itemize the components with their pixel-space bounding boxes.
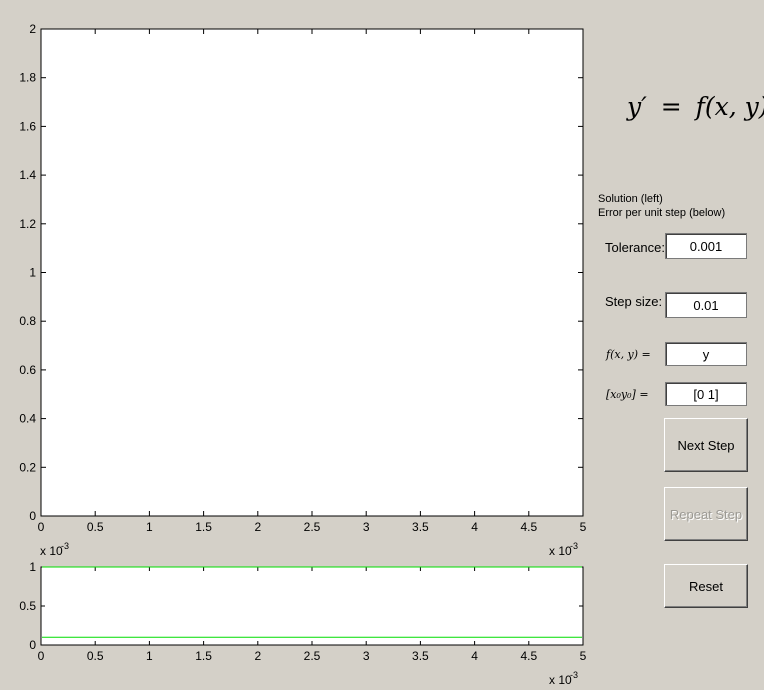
x-tick-label: 5 bbox=[580, 520, 587, 534]
step-size-input[interactable] bbox=[665, 292, 747, 318]
function-input[interactable] bbox=[665, 342, 747, 366]
initial-condition-label: [x₀y₀] = bbox=[606, 388, 649, 401]
step-size-label: Step size: bbox=[605, 294, 663, 309]
x-exponent-label: x 10 bbox=[549, 544, 572, 558]
y-tick-label: 0 bbox=[29, 638, 36, 652]
error-plot: 0 0.5 1 1.5 2 2.5 3 3.5 4 4.5 5 0 0.5 1 x 10-3 bbox=[19, 560, 586, 687]
x-tick-label: 2 bbox=[254, 520, 261, 534]
function-label: f(x, y) = bbox=[606, 348, 651, 361]
info-solution-left: Solution (left) bbox=[598, 193, 663, 205]
x-tick-label: 0.5 bbox=[87, 520, 104, 534]
x-tick-label: 4 bbox=[471, 520, 478, 534]
x-tick-label: 3.5 bbox=[412, 649, 429, 663]
x-tick-label: 3.5 bbox=[412, 520, 429, 534]
x-tick-label: 3 bbox=[363, 520, 370, 534]
y-tick-label: 0 bbox=[29, 509, 36, 523]
x-tick-label: 2 bbox=[254, 649, 261, 663]
repeat-step-button[interactable]: Repeat Step bbox=[664, 487, 748, 541]
y-tick-label: 0.6 bbox=[19, 363, 36, 377]
x-exponent-label: x 10 bbox=[549, 673, 572, 687]
initial-condition-input[interactable] bbox=[665, 382, 747, 406]
x-exponent-power: -3 bbox=[570, 541, 578, 551]
tolerance-label: Tolerance: bbox=[605, 240, 665, 255]
y-tick-label: 1 bbox=[29, 266, 36, 280]
y-exponent-power: -3 bbox=[61, 541, 69, 551]
y-tick-label: 1.6 bbox=[19, 119, 36, 133]
x-tick-label: 4 bbox=[471, 649, 478, 663]
x-exponent-power: -3 bbox=[570, 670, 578, 680]
x-tick-label: 4.5 bbox=[520, 520, 537, 534]
x-tick-label: 2.5 bbox=[304, 649, 321, 663]
plot-area bbox=[40, 28, 584, 517]
x-tick-label: 1 bbox=[146, 520, 153, 534]
x-tick-label: 0 bbox=[38, 649, 45, 663]
x-tick-label: 3 bbox=[363, 649, 370, 663]
y-tick-label: 1.8 bbox=[19, 71, 36, 85]
x-tick-label: 1 bbox=[146, 649, 153, 663]
y-tick-label: 1 bbox=[29, 560, 36, 574]
x-tick-label: 0.5 bbox=[87, 649, 104, 663]
ode-equation: y′ = f(x, y) bbox=[627, 92, 764, 121]
x-tick-label: 2.5 bbox=[304, 520, 321, 534]
solution-plot: 0 0.5 1 1.5 2 2.5 3 3.5 4 4.5 5 0 0.2 0.4 0.6 0.8 1 1.2 1.… bbox=[19, 22, 586, 558]
y-tick-label: 0.5 bbox=[19, 599, 36, 613]
y-tick-label: 2 bbox=[29, 22, 36, 36]
equation-lhs: y′ bbox=[627, 92, 647, 121]
info-error-below: Error per unit step (below) bbox=[598, 207, 726, 219]
y-tick-label: 0.4 bbox=[19, 412, 36, 426]
equation-equals: = bbox=[660, 92, 682, 121]
tolerance-input[interactable] bbox=[665, 233, 747, 259]
x-tick-label: 0 bbox=[38, 520, 45, 534]
next-step-button[interactable]: Next Step bbox=[664, 418, 748, 472]
equation-rhs: f(x, y) bbox=[695, 92, 764, 121]
reset-button[interactable]: Reset bbox=[664, 564, 748, 608]
x-tick-label: 4.5 bbox=[520, 649, 537, 663]
y-tick-label: 0.8 bbox=[19, 314, 36, 328]
y-tick-label: 1.4 bbox=[19, 168, 36, 182]
y-tick-label: 1.2 bbox=[19, 217, 36, 231]
x-tick-label: 1.5 bbox=[195, 649, 212, 663]
y-tick-label: 0.2 bbox=[19, 460, 36, 474]
plot-area bbox=[40, 566, 584, 646]
x-tick-label: 1.5 bbox=[195, 520, 212, 534]
x-tick-label: 5 bbox=[580, 649, 587, 663]
y-exponent-label: x 10 bbox=[40, 544, 63, 558]
